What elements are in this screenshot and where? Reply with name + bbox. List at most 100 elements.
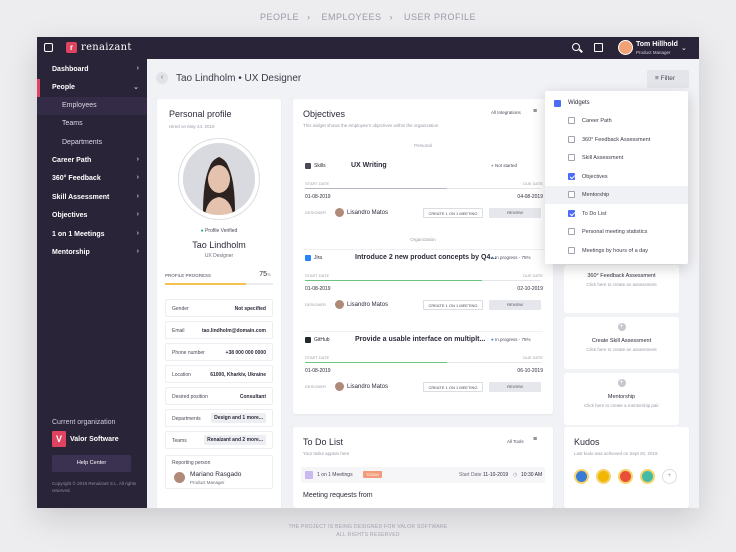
dropdown-item[interactable]: Career Path [545, 112, 688, 130]
todo-task[interactable]: 1 on 1 Meetings TODAY Start Date 11-10-2… [301, 467, 545, 483]
footer-line-1: THE PROJECT IS BEING DESIGNED FOR VALOR … [288, 524, 448, 530]
reporting-name: Mariano Rasgado [190, 471, 242, 478]
field-departments: Departments Design and 1 more... [165, 409, 273, 427]
back-button[interactable]: ‹ [156, 72, 168, 84]
progress-fill [305, 362, 447, 363]
objective-title[interactable]: UX Writing [351, 162, 387, 169]
field-value[interactable]: Design and 1 more... [211, 413, 266, 423]
chevron-down-icon[interactable]: ⌄ [681, 44, 687, 52]
search-icon[interactable] [572, 43, 580, 51]
dropdown-item[interactable]: Skill Assessment [545, 149, 688, 167]
avatar [174, 472, 185, 483]
field-teams: Teams Renaizant and 2 more... [165, 431, 273, 449]
dropdown-item[interactable]: Personal meeting statistics [545, 223, 688, 241]
due-date-label: DUE DATE [523, 355, 543, 360]
objective-item[interactable]: GitHub Provide a usable interface on mult… [293, 329, 553, 411]
status-label: In progress - 75% [494, 337, 531, 342]
sidebar-subitem-employees[interactable]: Employees [37, 97, 147, 115]
objectives-card: Objectives This widget shows the employe… [293, 99, 553, 414]
objective-title[interactable]: Provide a usable interface on multiplt..… [355, 336, 485, 343]
kudo-badge-icon[interactable] [596, 469, 611, 484]
sidebar-subitem-departments[interactable]: Departments [37, 134, 147, 152]
sidebar-item-360-feedback[interactable]: 360° Feedback › [37, 170, 147, 188]
field-value: 61000, Kharkiv, Ukraine [210, 372, 266, 378]
help-center-button[interactable]: Help Center [52, 455, 131, 472]
field-value[interactable]: tao.lindholm@domain.com [202, 328, 266, 334]
widget-skill-assessment[interactable]: + Create Skill Assessment Click here to … [564, 317, 679, 369]
dropdown-item[interactable]: Mentorship [545, 186, 688, 204]
integrations-select[interactable]: All Integrations [491, 110, 521, 115]
field-value[interactable]: Renaizant and 2 more... [204, 435, 266, 445]
org-logo: V [52, 431, 66, 447]
widget-360-feedback[interactable]: 360° Feedback Assessment Click here to c… [564, 265, 679, 313]
sidebar-item-people[interactable]: People ⌄ [37, 79, 147, 97]
dropdown-item[interactable]: 360° Feedback Assessment [545, 131, 688, 149]
widget-mentorship[interactable]: + Mentorship Click here to create a ment… [564, 373, 679, 425]
objective-item[interactable]: Jira Introduce 2 new product concepts by … [293, 247, 553, 329]
create-meeting-button[interactable]: CREATE 1 ON 1 MEETING [423, 208, 483, 218]
review-button[interactable]: REVIEW [489, 382, 541, 392]
avatar[interactable] [618, 40, 633, 55]
jira-icon [305, 255, 311, 261]
kudo-badge-icon[interactable] [618, 469, 633, 484]
objective-item[interactable]: Skills UX Writing ● Not started START DATE D… [293, 155, 553, 237]
checkbox-indeterminate-icon[interactable] [554, 100, 561, 107]
chevron-right-icon: › [136, 211, 139, 218]
checkbox-icon[interactable] [568, 228, 575, 235]
tools-select[interactable]: All Tools [507, 439, 524, 444]
profile-name: Tao Lindholm [192, 240, 246, 250]
start-date-label: START DATE [305, 355, 330, 360]
sidebar-item-1on1-meetings[interactable]: 1 on 1 Meetings › [37, 226, 147, 244]
menu-icon[interactable] [44, 43, 53, 52]
sidebar-item-skill-assessment[interactable]: Skill Assessment › [37, 189, 147, 207]
reporting-person[interactable]: Reporting person Mariano Rasgado Product… [165, 455, 273, 489]
sidebar-item-dashboard[interactable]: Dashboard › [37, 61, 147, 79]
filter-icon[interactable]: ≡ [533, 436, 537, 443]
sidebar-subitem-teams[interactable]: Teams [37, 115, 147, 133]
widget-hint: Click here to create an assessment [586, 347, 657, 352]
notes-icon[interactable] [594, 43, 603, 52]
start-date: 01-08-2019 [305, 286, 331, 292]
progress-track [305, 362, 541, 363]
objective-source: Skills [314, 163, 326, 169]
plus-icon: + [617, 379, 626, 387]
sidebar-item-label: Mentorship [52, 249, 90, 256]
kudo-badge-icon[interactable] [574, 469, 589, 484]
more-kudos-icon[interactable]: + [662, 469, 677, 484]
dropdown-item[interactable]: Objectives [545, 168, 688, 186]
todo-card: To Do List Your tasks appear here All To… [293, 427, 553, 508]
user-name[interactable]: Tom Hillhold [636, 41, 678, 48]
progress-value: 75% [259, 271, 271, 278]
breadcrumb-employees[interactable]: EMPLOYEES [321, 12, 381, 22]
review-button[interactable]: REVIEW [489, 300, 541, 310]
breadcrumb-people[interactable]: PEOPLE [260, 12, 299, 22]
due-date: 02-10-2019 [517, 286, 543, 292]
objective-title[interactable]: Introduce 2 new product concepts by Q4..… [355, 254, 496, 261]
checkbox-icon[interactable] [568, 191, 575, 198]
filter-button[interactable]: ≡ Filter [647, 70, 689, 88]
create-meeting-button[interactable]: CREATE 1 ON 1 MEETING [423, 382, 483, 392]
checkbox-icon[interactable] [568, 172, 575, 180]
kudo-badge-icon[interactable] [640, 469, 655, 484]
checkbox-icon[interactable] [568, 209, 575, 217]
objectives-heading: Objectives [303, 109, 346, 119]
clock-icon: ◷ [513, 472, 518, 478]
filter-icon[interactable]: ≡ [533, 108, 537, 115]
review-button[interactable]: REVIEW [489, 208, 541, 218]
reporting-label: Reporting person [172, 460, 211, 466]
sidebar-item-career-path[interactable]: Career Path › [37, 152, 147, 170]
dropdown-item[interactable]: To Do List [545, 205, 688, 223]
checkbox-icon[interactable] [568, 117, 575, 124]
sidebar-item-mentorship[interactable]: Mentorship › [37, 244, 147, 262]
start-date-label: START DATE [305, 273, 330, 278]
sidebar-item-objectives[interactable]: Objectives › [37, 207, 147, 225]
checkbox-icon[interactable] [568, 154, 575, 161]
create-meeting-button[interactable]: CREATE 1 ON 1 MEETING [423, 300, 483, 310]
dropdown-item[interactable]: Meetings by hours of a day [545, 242, 688, 260]
sidebar-item-label: Career Path [52, 157, 92, 164]
checkbox-icon[interactable] [568, 135, 575, 143]
todo-subtitle: Your tasks appear here [303, 451, 350, 456]
org-name[interactable]: Valor Software [70, 436, 119, 443]
widget-hint: Click here to create an assessment [586, 282, 657, 287]
checkbox-icon[interactable] [568, 246, 575, 254]
